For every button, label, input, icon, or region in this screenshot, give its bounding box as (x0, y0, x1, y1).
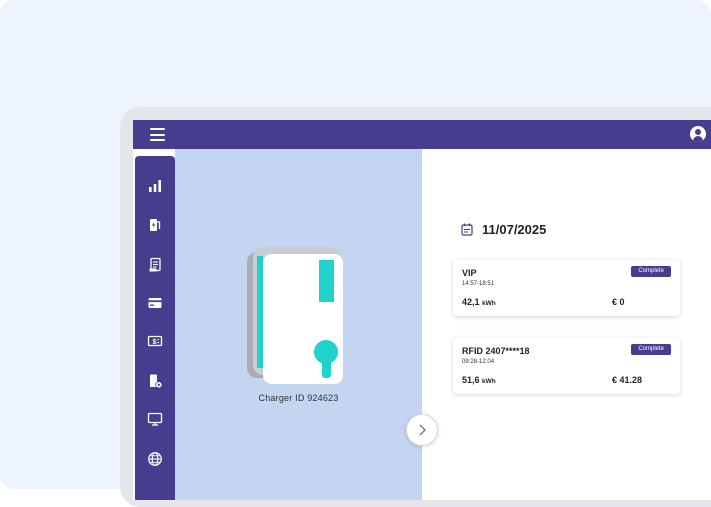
sidebar-item-tariffs[interactable]: $ (135, 328, 175, 354)
monitor-icon (147, 412, 163, 426)
calendar-icon (461, 223, 473, 236)
energy-unit: kWh (482, 378, 496, 385)
menu-icon[interactable] (150, 128, 165, 141)
session-title: RFID 2407****18 (462, 346, 530, 356)
charging-station-icon (150, 219, 161, 231)
charger-panel: Charger ID 924623 (175, 149, 422, 500)
session-energy: 42,1 kWh (462, 297, 496, 307)
session-cost: € 41.28 (612, 375, 643, 385)
globe-icon (148, 452, 162, 466)
sidebar: $ (135, 156, 175, 500)
chevron-right-icon (419, 424, 426, 436)
sidebar-item-network[interactable] (135, 446, 175, 472)
app-screen: Charger ID 924623 $ 11/07/2025 VIP 14:57… (133, 120, 711, 500)
station-settings-icon (150, 374, 163, 389)
next-charger-button[interactable] (406, 414, 438, 446)
user-avatar-icon[interactable] (690, 126, 706, 142)
session-time: 09:28-12:04 (462, 359, 495, 365)
charger-id-label: Charger ID 924623 (258, 393, 339, 403)
sidebar-item-sessions[interactable] (135, 252, 175, 278)
sidebar-item-payments[interactable] (135, 290, 175, 316)
sidebar-item-display[interactable] (135, 406, 175, 432)
sidebar-item-chargers[interactable] (135, 212, 175, 238)
session-time: 14:57-18:51 (462, 281, 495, 287)
bar-chart-icon (149, 180, 161, 192)
session-date: 11/07/2025 (482, 221, 547, 237)
svg-text:$: $ (153, 339, 157, 346)
session-title: VIP (462, 268, 477, 278)
energy-value: 42,1 (462, 297, 480, 307)
energy-value: 51,6 (462, 375, 480, 385)
money-icon: $ (147, 335, 163, 347)
energy-unit: kWh (482, 300, 496, 307)
top-bar (133, 120, 711, 149)
charger-illustration (247, 247, 343, 384)
sidebar-item-analytics[interactable] (135, 173, 175, 199)
session-card[interactable]: RFID 2407****18 09:28-12:04 Complete 51,… (453, 338, 680, 394)
credit-card-icon (148, 298, 162, 308)
status-badge: Complete (631, 266, 671, 277)
session-cost: € 0 (612, 297, 625, 307)
receipt-icon (149, 257, 161, 272)
session-card[interactable]: VIP 14:57-18:51 Complete 42,1 kWh € 0 (453, 260, 680, 316)
sidebar-item-stations[interactable] (135, 368, 175, 394)
status-badge: Complete (631, 344, 671, 355)
session-date-header: 11/07/2025 (461, 220, 546, 238)
session-energy: 51,6 kWh (462, 375, 496, 385)
